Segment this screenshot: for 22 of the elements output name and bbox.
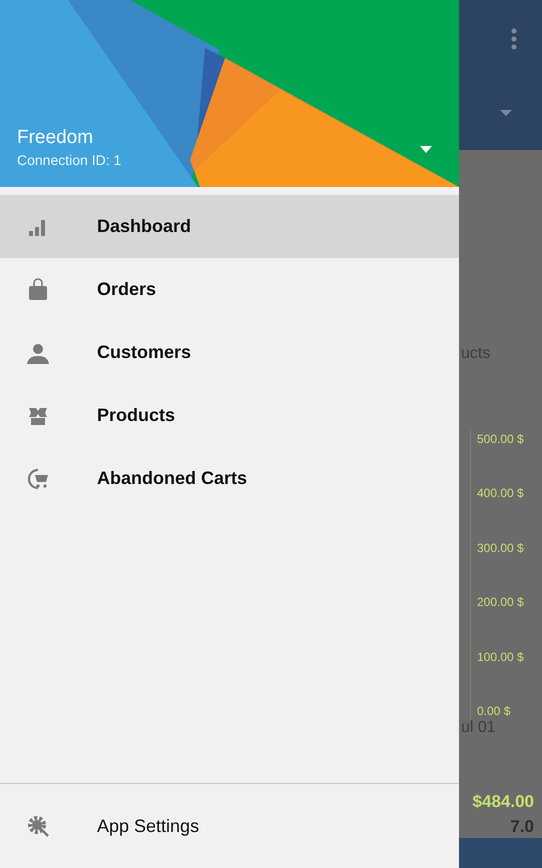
settings-icon: [26, 814, 50, 838]
connection-id: Connection ID: 1: [17, 151, 122, 170]
more-menu-icon[interactable]: [510, 28, 518, 50]
menu-item[interactable]: App Settings: [0, 784, 459, 868]
shopping-bag-icon: [26, 278, 50, 302]
total-amount: $484.00: [472, 790, 535, 812]
menu-item[interactable]: Dashboard: [0, 195, 459, 258]
menu-item[interactable]: Orders: [0, 258, 459, 321]
axis-label: 100.00 $: [477, 650, 524, 664]
cart-icon: [26, 466, 50, 490]
axis-label: 500.00 $: [477, 432, 524, 446]
menu-item[interactable]: Customers: [0, 321, 459, 384]
axis-label: 200.00 $: [477, 595, 524, 610]
menu-item[interactable]: Products: [0, 384, 459, 447]
menu-item[interactable]: Abandoned Carts: [0, 447, 459, 510]
count-value: 7.0: [509, 816, 535, 838]
axis-label: 300.00 $: [477, 540, 524, 555]
dropdown-caret-icon[interactable]: [420, 146, 432, 153]
axis-label: 400.00 $: [477, 486, 524, 500]
axis-label: 0.00 $: [477, 704, 510, 718]
account-name: Freedom: [17, 127, 94, 150]
caret-icon[interactable]: [500, 110, 512, 116]
